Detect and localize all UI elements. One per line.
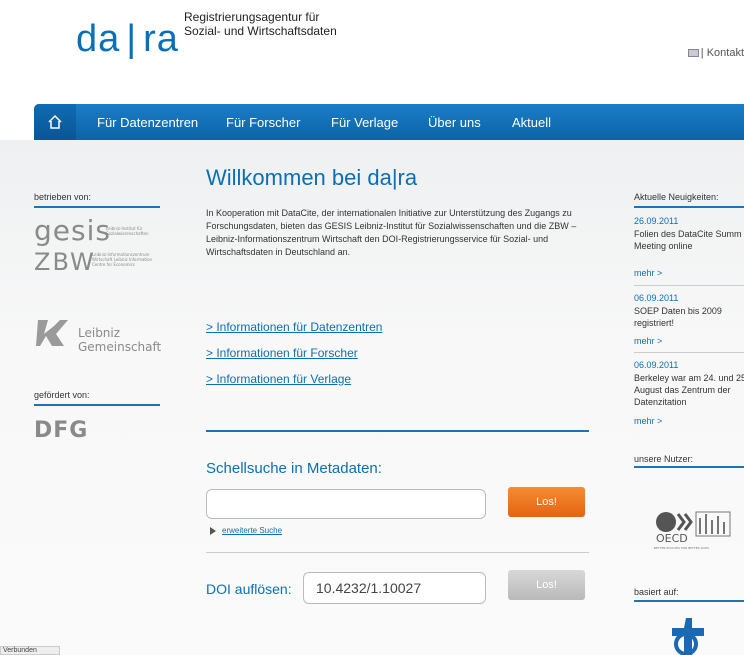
quick-search-title: Schellsuche in Metadaten: bbox=[206, 460, 382, 477]
link-info-verlage[interactable]: > Informationen für Verlage bbox=[206, 372, 351, 386]
operated-by-rule bbox=[34, 206, 160, 208]
datacite-logo-icon[interactable] bbox=[664, 614, 708, 655]
site-header: da | ra Registrierungsagentur für Sozial- … bbox=[0, 0, 744, 100]
nav-item-verlage[interactable]: Für Verlage bbox=[331, 115, 398, 130]
page-title: Willkommen bei da|ra bbox=[206, 165, 418, 190]
tagline-line2: Sozial- und Wirtschaftsdaten bbox=[184, 24, 337, 38]
leibniz-logo-line2: Gemeinschaft bbox=[78, 340, 162, 354]
main-navigation: Für Datenzentren Für Forscher Für Verlag… bbox=[34, 104, 744, 140]
advanced-search-link[interactable]: erweiterte Suche bbox=[222, 526, 282, 535]
leibniz-emblem-icon bbox=[36, 320, 68, 346]
news-date: 26.09.2011 bbox=[634, 216, 679, 226]
news-date: 06.09.2011 bbox=[634, 360, 679, 370]
operated-by-label: betrieben von: bbox=[34, 192, 92, 202]
gesis-logo-text: gesis bbox=[34, 214, 111, 247]
funded-by-rule bbox=[34, 404, 160, 406]
oecd-logo-text: OECD bbox=[656, 532, 688, 545]
news-divider bbox=[634, 352, 744, 353]
logo-right-text: ra bbox=[143, 18, 179, 60]
news-text[interactable]: Folien des DataCite Summ Meeting online bbox=[634, 228, 744, 252]
home-button[interactable] bbox=[34, 104, 76, 140]
based-on-label: basiert auf: bbox=[634, 587, 679, 597]
logo-divider: | bbox=[126, 18, 138, 60]
leibniz-logo-line1: Leibniz bbox=[78, 326, 121, 340]
dara-logo[interactable]: da | ra bbox=[76, 18, 179, 61]
funded-by-label: gefördert von: bbox=[34, 390, 90, 400]
doi-resolve-label: DOI auflösen: bbox=[206, 581, 292, 597]
search-divider bbox=[206, 552, 589, 553]
nav-item-datenzentren[interactable]: Für Datenzentren bbox=[97, 115, 198, 130]
top-links: | Kontakt bbox=[687, 47, 744, 59]
zbw-logo-subtext: Leibniz-Informationszentrum Wirtschaft L… bbox=[92, 252, 153, 267]
intro-text: In Kooperation mit DataCite, der interna… bbox=[206, 208, 577, 257]
based-on-rule bbox=[634, 600, 744, 602]
search-submit-button[interactable]: Los! bbox=[508, 487, 585, 517]
metadata-search-input[interactable] bbox=[206, 489, 486, 519]
news-more-link[interactable]: mehr > bbox=[634, 336, 662, 346]
home-icon bbox=[48, 114, 62, 129]
contact-link[interactable]: | Kontakt bbox=[701, 47, 744, 59]
doi-input[interactable] bbox=[303, 572, 486, 604]
advanced-search-toggle[interactable]: erweiterte Suche bbox=[210, 526, 282, 535]
main-divider-rule bbox=[206, 430, 589, 432]
site-tagline: Registrierungsagentur für Sozial- und Wi… bbox=[184, 10, 337, 38]
tagline-line1: Registrierungsagentur für bbox=[184, 10, 320, 24]
dfg-logo[interactable]: DFG bbox=[34, 418, 88, 443]
oecd-logo-subtext: BETTER POLICIES FOR BETTER LIVES bbox=[654, 546, 709, 550]
users-label: unsere Nutzer: bbox=[634, 454, 694, 464]
news-text[interactable]: SOEP Daten bis 2009 registriert! bbox=[634, 305, 744, 329]
news-divider bbox=[634, 285, 744, 286]
doi-submit-button[interactable]: Los! bbox=[508, 570, 585, 600]
zbw-logo-text: ZBW bbox=[34, 248, 96, 276]
browser-status-bar: Verbunden bbox=[0, 646, 60, 655]
news-date: 06.09.2011 bbox=[634, 293, 679, 303]
nav-item-forscher[interactable]: Für Forscher bbox=[226, 115, 300, 130]
gesis-logo-subtext: Leibniz-Institut für Sozialwissenschafte… bbox=[106, 226, 149, 236]
news-label: Aktuelle Neuigkeiten: bbox=[634, 192, 719, 202]
nav-item-ueber-uns[interactable]: Über uns bbox=[428, 115, 481, 130]
news-more-link[interactable]: mehr > bbox=[634, 268, 662, 278]
language-flag-icon[interactable] bbox=[687, 49, 699, 58]
news-more-link[interactable]: mehr > bbox=[634, 416, 662, 426]
users-rule bbox=[634, 466, 744, 468]
logo-left-text: da bbox=[76, 18, 121, 60]
news-rule bbox=[634, 206, 744, 208]
nav-item-aktuell[interactable]: Aktuell bbox=[512, 115, 551, 130]
link-info-forscher[interactable]: > Informationen für Forscher bbox=[206, 346, 358, 360]
news-text[interactable]: Berkeley war am 24. und 25 August das Ze… bbox=[634, 372, 744, 408]
link-info-datenzentren[interactable]: > Informationen für Datenzentren bbox=[206, 320, 382, 334]
expand-triangle-icon bbox=[210, 526, 216, 535]
